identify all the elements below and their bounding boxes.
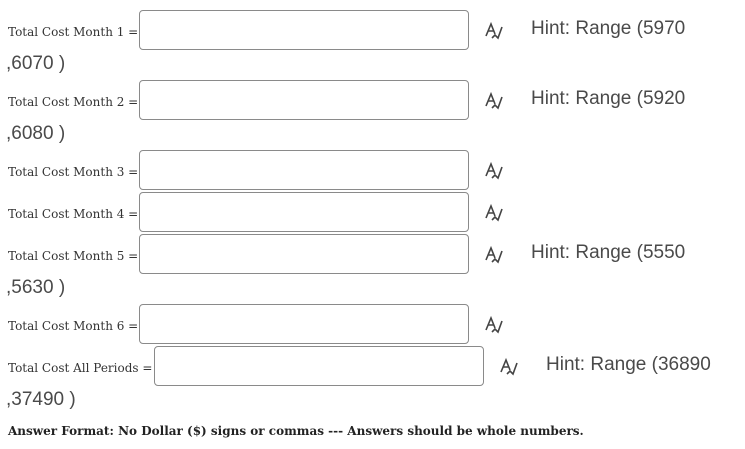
math-editor-icon[interactable] [483, 91, 503, 111]
total-cost-month-3-input[interactable] [139, 150, 469, 190]
math-editor-icon[interactable] [483, 245, 503, 265]
label-month-5: Total Cost Month 5 = [8, 249, 139, 263]
total-cost-month-1-input[interactable] [139, 10, 469, 50]
math-editor-icon[interactable] [483, 161, 503, 181]
total-cost-month-5-input[interactable] [139, 234, 469, 274]
hint-range-month-1: Hint: Range (5970 [531, 18, 686, 39]
total-cost-all-periods-input[interactable] [154, 346, 484, 386]
label-month-4: Total Cost Month 4 = [8, 207, 139, 221]
hint-range-all-periods-cont: ,37490 ) [6, 389, 76, 410]
hint-range-all-periods: Hint: Range (36890 [546, 354, 711, 375]
hint-range-month-2: Hint: Range (5920 [531, 88, 686, 109]
answer-format-note: Answer Format: No Dollar ($) signs or co… [8, 424, 584, 438]
math-editor-icon[interactable] [483, 21, 503, 41]
hint-range-month-5-cont: ,5630 ) [6, 277, 66, 298]
total-cost-month-2-input[interactable] [139, 80, 469, 120]
label-all-periods: Total Cost All Periods = [8, 361, 153, 375]
math-editor-icon[interactable] [498, 357, 518, 377]
hint-range-month-5: Hint: Range (5550 [531, 242, 686, 263]
total-cost-month-6-input[interactable] [139, 304, 469, 344]
hint-range-month-2-cont: ,6080 ) [6, 123, 66, 144]
total-cost-month-4-input[interactable] [139, 192, 469, 232]
math-editor-icon[interactable] [483, 203, 503, 223]
label-month-1: Total Cost Month 1 = [8, 25, 139, 39]
label-month-3: Total Cost Month 3 = [8, 165, 139, 179]
hint-range-month-1-cont: ,6070 ) [6, 53, 66, 74]
label-month-2: Total Cost Month 2 = [8, 95, 139, 109]
math-editor-icon[interactable] [483, 315, 503, 335]
label-month-6: Total Cost Month 6 = [8, 319, 139, 333]
